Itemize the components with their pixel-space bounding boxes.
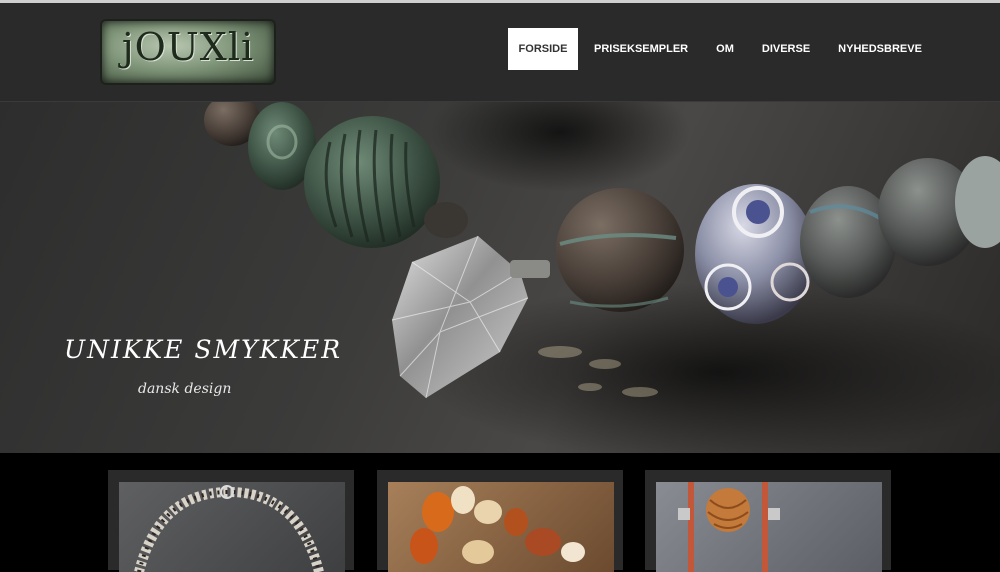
hero-subtitle: dansk design xyxy=(138,381,232,397)
hero-banner: UNIKKE SMYKKER dansk design xyxy=(0,102,1000,453)
product-card-earrings[interactable] xyxy=(645,470,891,572)
nav-item-om[interactable]: OM xyxy=(702,28,748,70)
necklace-image[interactable] xyxy=(388,482,614,572)
nav-item-forside[interactable]: FORSIDE xyxy=(508,28,578,70)
nav-item-diverse[interactable]: DIVERSE xyxy=(748,28,824,70)
logo-text: jOUXli xyxy=(121,25,255,69)
hero-image-beads xyxy=(204,102,1000,453)
product-card-bracelet[interactable] xyxy=(108,470,354,572)
earrings-image[interactable] xyxy=(656,482,882,572)
nav-item-priseksempler[interactable]: PRISEKSEMPLER xyxy=(578,28,702,70)
nav-item-nyhedsbreve[interactable]: NYHEDSBREVE xyxy=(824,28,936,70)
main-nav: FORSIDE PRISEKSEMPLER OM DIVERSE NYHEDSB… xyxy=(508,28,936,70)
product-cards xyxy=(0,453,1000,572)
site-logo[interactable]: jOUXli xyxy=(102,21,274,83)
product-card-necklace[interactable] xyxy=(377,470,623,572)
hero-title: UNIKKE SMYKKER xyxy=(64,335,343,364)
site-header: jOUXli FORSIDE PRISEKSEMPLER OM DIVERSE … xyxy=(0,3,1000,102)
bracelet-image[interactable] xyxy=(119,482,345,572)
